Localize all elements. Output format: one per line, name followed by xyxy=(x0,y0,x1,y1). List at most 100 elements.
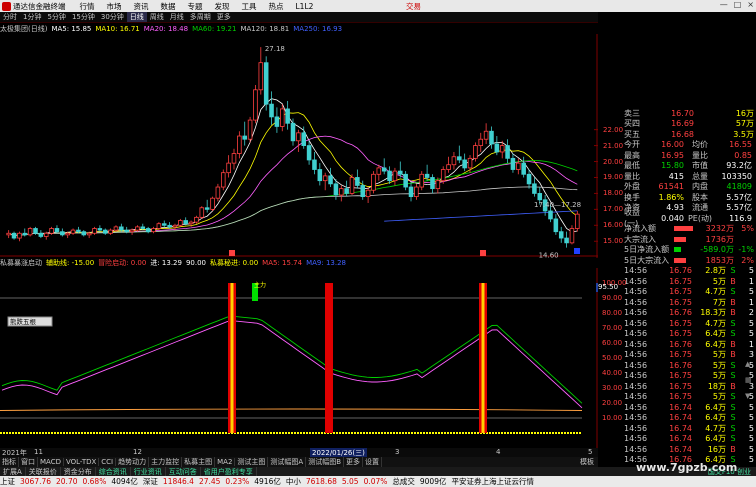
candle xyxy=(119,223,124,232)
sub-axis-label: 20.00 xyxy=(602,399,623,407)
flow-label: 大宗流入 xyxy=(624,234,656,244)
menu-faxian[interactable]: 发现 xyxy=(215,1,230,12)
status-item: 4916亿 xyxy=(254,477,281,486)
menu-shuju[interactable]: 数据 xyxy=(161,1,176,12)
period-tab-6[interactable]: 周线 xyxy=(147,12,167,22)
tick-row: 14:56 16.75 5万 B 3 xyxy=(624,350,756,361)
menu-l1l2[interactable]: L1L2 xyxy=(296,2,314,11)
stat-label: 内盘 xyxy=(692,182,708,192)
period-tab-3[interactable]: 15分钟 xyxy=(69,12,98,22)
flow-bar xyxy=(674,236,698,242)
candle xyxy=(306,140,312,165)
candle xyxy=(210,196,215,211)
menu-zhuanti[interactable]: 专题 xyxy=(188,1,203,12)
candle xyxy=(231,148,237,170)
period-tab-7[interactable]: 月线 xyxy=(167,12,187,22)
indicator-tab-1[interactable]: 窗口 xyxy=(19,457,38,467)
side-grid-icon[interactable]: ▦ xyxy=(745,376,756,384)
candle xyxy=(17,231,22,242)
ext-tab-4[interactable]: 行业资讯 xyxy=(131,466,166,477)
ma-value-5: MA250: 16.93 xyxy=(293,25,343,33)
tick-row: 14:56 16.74 6.4万 S 5 xyxy=(624,402,756,413)
side-icons: ▲ ▦ ▼ xyxy=(745,360,756,400)
tick-direction: B xyxy=(730,276,736,286)
tick-price: 16.76 xyxy=(669,308,692,318)
menu-redian[interactable]: 热点 xyxy=(269,1,284,12)
period-tab-8[interactable]: 多周期 xyxy=(187,12,214,22)
ask-row: 买五 16.68 3.5万 xyxy=(624,129,756,140)
indicator-tab-7[interactable]: 私募主图 xyxy=(182,457,216,467)
menu-gongju[interactable]: 工具 xyxy=(242,1,257,12)
period-tab-1[interactable]: 1分钟 xyxy=(20,12,44,22)
tick-direction: S xyxy=(730,329,736,339)
tick-direction: S xyxy=(730,434,736,444)
tick-count: 3 xyxy=(748,350,754,360)
stat-value: 116.9 xyxy=(729,213,752,223)
close-icon[interactable]: × xyxy=(747,0,754,9)
tick-volume: 6.4万 xyxy=(705,402,726,412)
candle xyxy=(414,183,419,200)
indicator-tab-8[interactable]: MA2 xyxy=(215,458,236,466)
tick-volume: 6.4万 xyxy=(705,413,726,423)
indicator-tab-5[interactable]: 趋势动力 xyxy=(116,457,150,467)
indicator-tab-2[interactable]: MACD xyxy=(38,458,64,466)
app-title: 通达信金融终端 xyxy=(13,1,66,11)
tick-time: 14:56 xyxy=(624,318,648,328)
indicator-tab-9[interactable]: 测试主图 xyxy=(235,457,269,467)
period-tab-2[interactable]: 5分钟 xyxy=(44,12,68,22)
indicator-tab-6[interactable]: 主力监控 xyxy=(149,457,183,467)
price-axis-label: 18.00 xyxy=(603,189,624,198)
indicator-tab-13[interactable]: 设置 xyxy=(363,457,383,467)
menu-zixun[interactable]: 资讯 xyxy=(134,1,149,12)
candle xyxy=(194,215,199,224)
kline-chart[interactable]: 27.1814.6017.40—17.28主力熊跌五根 xyxy=(0,34,598,448)
indicator-tab-10[interactable]: 测试幅图A xyxy=(268,457,307,467)
candle xyxy=(156,222,162,231)
stat-label: 外盘 xyxy=(624,182,640,192)
tick-count: 5 xyxy=(748,434,754,444)
price-axis-label: 22.00 xyxy=(603,125,624,134)
indicator-tab-12[interactable]: 更多 xyxy=(344,457,364,467)
minimize-icon[interactable]: — xyxy=(720,0,728,9)
candle xyxy=(494,136,500,156)
menu-shichang[interactable]: 市场 xyxy=(107,1,122,12)
tick-volume: 16万 xyxy=(707,444,726,454)
indicator-tab-0[interactable]: 指标 xyxy=(0,457,19,467)
tick-time: 14:56 xyxy=(624,371,648,381)
maximize-icon[interactable]: □ xyxy=(734,0,742,9)
tick-row: 14:56 16.75 18万 B 3 xyxy=(624,381,756,392)
side-arrow-up-icon[interactable]: ▲ xyxy=(745,360,756,368)
stat-row: 最高 16.95 量比 0.85 xyxy=(624,150,756,161)
signal-pillar-core xyxy=(230,283,234,433)
price-axis-label: 20.00 xyxy=(603,157,624,166)
ext-tab-5[interactable]: 互动问答 xyxy=(166,466,201,477)
ext-tab-1[interactable]: 关联报价 xyxy=(26,466,61,477)
candle xyxy=(317,163,323,186)
candle xyxy=(457,145,462,164)
tick-direction: S xyxy=(730,423,736,433)
sub-indicator-line: 私募暴涨启动 辅助线: -15.00 冒险启动: 0.00 进: 13.29 90.00… xyxy=(0,258,598,268)
status-item: 20.70 xyxy=(56,477,78,486)
candle xyxy=(70,228,76,235)
period-tab-4[interactable]: 30分钟 xyxy=(98,12,127,22)
period-tab-9[interactable]: 更多 xyxy=(214,12,234,22)
side-arrow-down-icon[interactable]: ▼ xyxy=(745,392,756,400)
ma-value-0: MA5: 15.85 xyxy=(51,25,92,33)
ext-tab-0[interactable]: 扩展A xyxy=(0,466,26,477)
tick-direction: B xyxy=(730,381,736,391)
ext-tab-6[interactable]: 省用户盈利专享 xyxy=(201,466,257,477)
date-label: 5 xyxy=(588,448,593,456)
indicator-tab-11[interactable]: 测试幅图B xyxy=(306,457,345,467)
ext-tab-2[interactable]: 资金分布 xyxy=(61,466,96,477)
ext-tab-3[interactable]: 综合资讯 xyxy=(96,466,131,477)
tick-count: 5 xyxy=(748,413,754,423)
template-button[interactable]: 模板 xyxy=(578,457,596,467)
menu-hangqing[interactable]: 行情 xyxy=(80,1,95,12)
tick-count: 5 xyxy=(748,287,754,297)
tick-row: 14:56 16.75 5万 B 1 xyxy=(624,276,756,287)
period-tab-0[interactable]: 分时 xyxy=(0,12,20,22)
indicator-tab-3[interactable]: VOL-TDX xyxy=(64,458,100,466)
indicator-tab-4[interactable]: CCI xyxy=(99,458,117,466)
trade-button[interactable]: 交易 xyxy=(406,1,421,12)
period-tab-5[interactable]: 日线 xyxy=(126,12,147,22)
